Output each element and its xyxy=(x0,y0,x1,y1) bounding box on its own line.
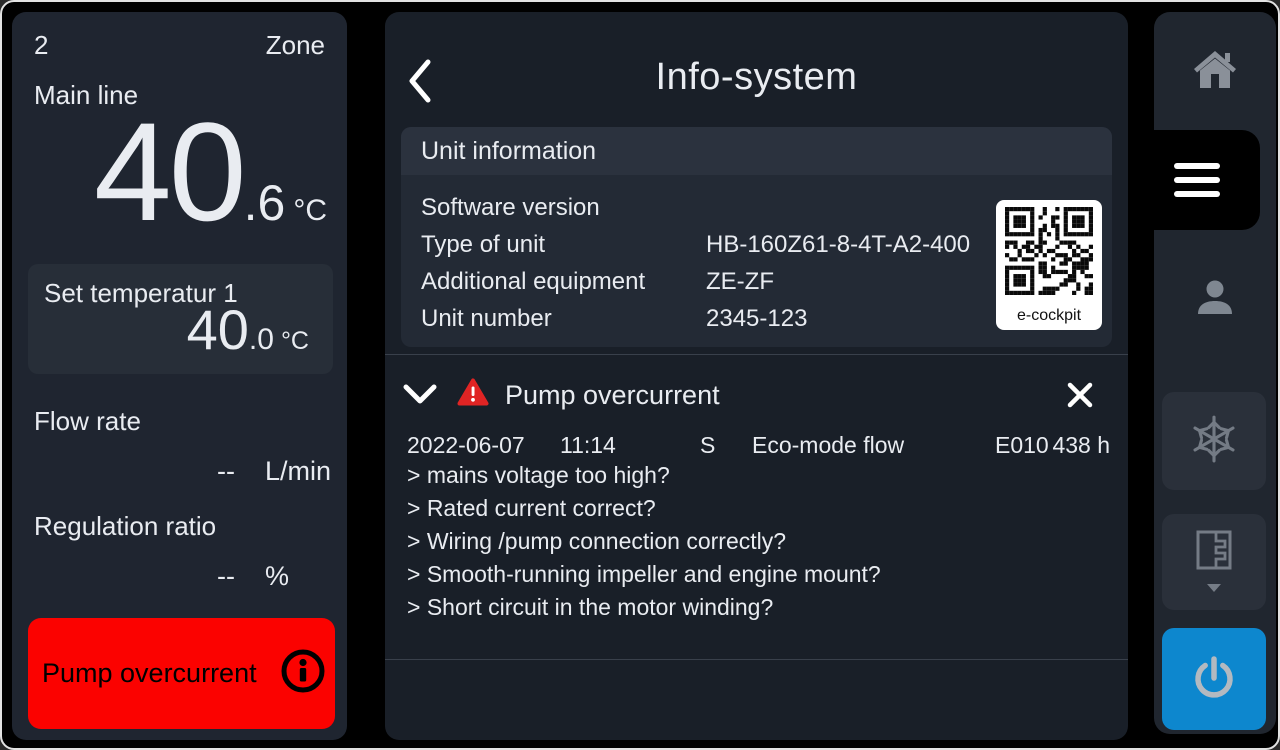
checklist-item: > Short circuit in the motor winding? xyxy=(407,591,881,624)
set-temp-decimal: .0 xyxy=(249,323,274,357)
alarm-hours: 438 h xyxy=(1052,432,1110,459)
flow-rate-label: Flow rate xyxy=(34,406,141,437)
unit-information-title: Unit information xyxy=(401,127,1112,175)
flow-rate-row: -- L/min xyxy=(34,456,337,487)
main-temp-decimal: .6 xyxy=(244,174,286,232)
zone-panel: 2 Zone Main line 40 .6 °C Set temperatur… xyxy=(12,12,347,740)
user-icon xyxy=(1193,276,1237,325)
info-row-label: Additional equipment xyxy=(421,268,706,296)
alarm-date: 2022-06-07 xyxy=(407,432,525,459)
qr-label: e-cockpit xyxy=(996,307,1102,325)
info-circle-icon xyxy=(279,647,327,700)
menu-button-active[interactable] xyxy=(1134,130,1260,230)
set-temp-integer: 40 xyxy=(187,297,249,362)
alarm-meta-row: 2022-06-07 11:14 S Eco-mode flow E010 43… xyxy=(385,432,1128,460)
alarm-class-letter: S xyxy=(700,432,715,459)
alarm-checklist: > mains voltage too high? > Rated curren… xyxy=(407,459,881,624)
cooling-button[interactable] xyxy=(1162,392,1266,490)
snowflake-icon xyxy=(1189,414,1239,469)
checklist-item: > Smooth-running impeller and engine mou… xyxy=(407,558,881,591)
divider xyxy=(385,659,1128,660)
alarm-banner[interactable]: Pump overcurrent xyxy=(28,618,335,729)
hmi-screen: 2 Zone Main line 40 .6 °C Set temperatur… xyxy=(0,0,1280,750)
regulation-ratio-label: Regulation ratio xyxy=(34,511,216,542)
flow-rate-unit: L/min xyxy=(265,456,337,487)
checklist-item: > Wiring /pump connection correctly? xyxy=(407,525,881,558)
qr-code-icon xyxy=(1005,207,1093,295)
regulation-ratio-row: -- % xyxy=(34,561,337,592)
qr-card[interactable]: e-cockpit xyxy=(996,200,1102,330)
info-row: Unit number 2345-123 xyxy=(421,300,980,337)
power-button[interactable] xyxy=(1162,628,1266,730)
alarm-code: E010 xyxy=(995,432,1049,459)
regulation-ratio-value: -- xyxy=(34,561,235,592)
alarm-mode: Eco-mode flow xyxy=(752,432,904,459)
power-icon xyxy=(1191,653,1237,706)
flow-rate-value: -- xyxy=(34,456,235,487)
chevron-down-icon[interactable] xyxy=(403,384,437,406)
close-icon[interactable] xyxy=(1066,381,1094,409)
main-temperature-readout: 40 .6 °C xyxy=(94,98,327,245)
page-title: Info-system xyxy=(385,56,1128,99)
home-button[interactable] xyxy=(1154,12,1276,130)
mold-button[interactable] xyxy=(1162,514,1266,610)
main-temp-integer: 40 xyxy=(94,98,244,245)
regulation-ratio-unit: % xyxy=(265,561,337,592)
main-temp-unit: °C xyxy=(293,194,327,228)
info-row-label: Software version xyxy=(421,194,706,222)
info-row-value: 2345-123 xyxy=(706,305,807,333)
mold-icon xyxy=(1192,528,1236,577)
chevron-down-small-icon xyxy=(1206,579,1222,597)
sidebar-strip xyxy=(1154,12,1276,734)
info-system-panel: Info-system Unit information Software ve… xyxy=(385,12,1128,740)
zone-number: 2 xyxy=(34,30,48,61)
unit-information-box: Unit information Software version Type o… xyxy=(401,127,1112,347)
info-row-label: Unit number xyxy=(421,305,706,333)
info-row: Software version xyxy=(421,189,980,226)
info-row-value: HB-160Z61-8-4T-A2-400 xyxy=(706,231,970,259)
info-row-label: Type of unit xyxy=(421,231,706,259)
set-temp-unit: °C xyxy=(281,327,309,356)
menu-icon xyxy=(1174,163,1220,169)
set-temperature-box[interactable]: Set temperatur 1 40 .0 °C xyxy=(28,264,333,374)
unit-information-rows: Software version Type of unit HB-160Z61-… xyxy=(421,189,980,337)
warning-triangle-icon xyxy=(457,378,489,412)
user-button[interactable] xyxy=(1154,240,1276,360)
alarm-time: 11:14 xyxy=(560,432,616,459)
alarm-title: Pump overcurrent xyxy=(505,380,720,411)
info-row-value: ZE-ZF xyxy=(706,268,774,296)
checklist-item: > mains voltage too high? xyxy=(407,459,881,492)
info-row: Type of unit HB-160Z61-8-4T-A2-400 xyxy=(421,226,980,263)
alarm-banner-label: Pump overcurrent xyxy=(42,658,279,689)
zone-label: Zone xyxy=(266,30,325,61)
alarm-header-row: Pump overcurrent xyxy=(403,374,1110,416)
set-temp-value: 40 .0 °C xyxy=(187,297,309,362)
zone-row: 2 Zone xyxy=(34,30,325,61)
home-icon xyxy=(1192,48,1238,95)
checklist-item: > Rated current correct? xyxy=(407,492,881,525)
info-row: Additional equipment ZE-ZF xyxy=(421,263,980,300)
divider xyxy=(385,354,1128,355)
